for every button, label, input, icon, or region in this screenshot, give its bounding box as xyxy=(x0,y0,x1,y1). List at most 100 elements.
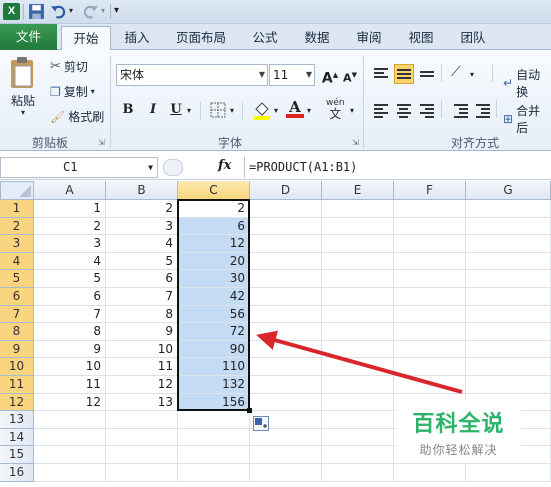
cell-d9[interactable] xyxy=(250,340,322,359)
font-name-combo[interactable]: 宋体 ▼ xyxy=(116,64,268,86)
cell-c11[interactable]: 132 xyxy=(178,376,250,394)
cell-f2[interactable] xyxy=(394,217,466,236)
insert-function-button[interactable]: fx xyxy=(218,158,231,173)
cell-e10[interactable] xyxy=(322,358,394,376)
paste-dropdown-icon[interactable]: ▾ xyxy=(21,108,25,117)
excel-logo-icon[interactable]: X xyxy=(3,3,20,20)
tab-team[interactable]: 团队 xyxy=(452,26,494,50)
cell-d8[interactable] xyxy=(250,323,322,341)
cell-b12[interactable]: 13 xyxy=(106,393,178,412)
cell-b6[interactable]: 7 xyxy=(106,288,178,306)
cell-b3[interactable]: 4 xyxy=(106,235,178,253)
cell-e2[interactable] xyxy=(322,217,394,236)
cell-d3[interactable] xyxy=(250,235,322,253)
borders-icon[interactable] xyxy=(210,102,226,118)
cell-g16[interactable] xyxy=(466,464,551,482)
formula-input[interactable]: =PRODUCT(A1:B1) xyxy=(244,157,551,178)
cell-g7[interactable] xyxy=(466,305,551,324)
row-header-2[interactable]: 2 xyxy=(0,217,34,236)
cell-a3[interactable]: 3 xyxy=(34,235,106,253)
column-header-b[interactable]: B xyxy=(106,181,178,200)
save-icon[interactable] xyxy=(28,3,45,20)
cell-b15[interactable] xyxy=(106,446,178,464)
text-orientation-icon[interactable]: ⟋ xyxy=(451,64,461,80)
cell-g6[interactable] xyxy=(466,288,551,306)
cell-a15[interactable] xyxy=(34,446,106,464)
grow-font-button[interactable]: A▲ xyxy=(320,65,340,87)
cell-a16[interactable] xyxy=(34,464,106,482)
row-header-15[interactable]: 15 xyxy=(0,446,34,464)
fill-color-icon[interactable] xyxy=(252,100,272,120)
cell-b13[interactable] xyxy=(106,411,178,429)
cell-f16[interactable] xyxy=(394,464,466,482)
tab-file[interactable]: 文件 xyxy=(0,24,57,50)
cell-e6[interactable] xyxy=(322,288,394,306)
cell-a7[interactable]: 7 xyxy=(34,305,106,324)
chevron-down-icon[interactable]: ▼ xyxy=(259,65,265,85)
row-header-4[interactable]: 4 xyxy=(0,252,34,271)
cell-g5[interactable] xyxy=(466,270,551,288)
copy-dropdown-icon[interactable]: ▾ xyxy=(91,87,95,96)
cell-c16[interactable] xyxy=(178,464,250,482)
align-middle-button[interactable] xyxy=(394,64,414,84)
italic-button[interactable]: I xyxy=(143,100,163,120)
cell-g9[interactable] xyxy=(466,340,551,359)
cell-a13[interactable] xyxy=(34,411,106,429)
cell-d7[interactable] xyxy=(250,305,322,324)
borders-dropdown-icon[interactable]: ▾ xyxy=(230,106,234,115)
select-all-corner[interactable] xyxy=(0,181,34,200)
cell-e9[interactable] xyxy=(322,340,394,359)
row-header-16[interactable]: 16 xyxy=(0,464,34,482)
cell-f5[interactable] xyxy=(394,270,466,288)
cell-a14[interactable] xyxy=(34,428,106,447)
cell-g3[interactable] xyxy=(466,235,551,253)
cell-f1[interactable] xyxy=(394,200,466,218)
cell-e3[interactable] xyxy=(322,235,394,253)
shrink-font-button[interactable]: A▼ xyxy=(340,65,360,85)
tab-view[interactable]: 视图 xyxy=(400,26,442,50)
underline-dropdown-icon[interactable]: ▾ xyxy=(187,106,191,115)
cell-g11[interactable] xyxy=(466,376,551,394)
cell-c14[interactable] xyxy=(178,428,250,447)
auto-fill-options-icon[interactable] xyxy=(253,416,269,432)
undo-dropdown-icon[interactable]: ▾ xyxy=(69,6,73,15)
column-header-e[interactable]: E xyxy=(322,181,394,200)
font-size-combo[interactable]: 11 ▼ xyxy=(269,64,315,86)
cell-d6[interactable] xyxy=(250,288,322,306)
font-color-button[interactable]: A xyxy=(286,98,304,120)
cell-c12[interactable]: 156 xyxy=(178,393,250,412)
cell-a11[interactable]: 11 xyxy=(34,376,106,394)
column-header-f[interactable]: F xyxy=(394,181,466,200)
cell-e7[interactable] xyxy=(322,305,394,324)
row-header-11[interactable]: 11 xyxy=(0,376,34,394)
cell-e4[interactable] xyxy=(322,252,394,271)
cell-c7[interactable]: 56 xyxy=(178,305,250,324)
cell-d16[interactable] xyxy=(250,464,322,482)
cell-c15[interactable] xyxy=(178,446,250,464)
row-header-1[interactable]: 1 xyxy=(0,200,34,218)
cell-e8[interactable] xyxy=(322,323,394,341)
cell-e1[interactable] xyxy=(322,200,394,218)
row-header-6[interactable]: 6 xyxy=(0,288,34,306)
cell-a2[interactable]: 2 xyxy=(34,217,106,236)
cell-d5[interactable] xyxy=(250,270,322,288)
cut-button[interactable]: ✂ 剪切 xyxy=(50,58,88,75)
increase-indent-button[interactable] xyxy=(473,100,493,120)
chevron-down-icon[interactable]: ▼ xyxy=(306,65,312,85)
cell-b10[interactable]: 11 xyxy=(106,358,178,376)
copy-button[interactable]: ❐ 复制 ▾ xyxy=(50,83,95,100)
cell-d4[interactable] xyxy=(250,252,322,271)
column-header-c[interactable]: C xyxy=(178,181,250,200)
cell-g4[interactable] xyxy=(466,252,551,271)
tab-data[interactable]: 数据 xyxy=(296,26,338,50)
cell-d1[interactable] xyxy=(250,200,322,218)
cell-b1[interactable]: 2 xyxy=(106,200,178,218)
row-header-7[interactable]: 7 xyxy=(0,305,34,324)
cell-a1[interactable]: 1 xyxy=(34,200,106,218)
cell-a9[interactable]: 9 xyxy=(34,340,106,359)
cell-c3[interactable]: 12 xyxy=(178,235,250,253)
row-header-9[interactable]: 9 xyxy=(0,340,34,359)
font-launcher-icon[interactable]: ⇲ xyxy=(352,138,359,147)
fill-color-dropdown-icon[interactable]: ▾ xyxy=(274,106,278,115)
customize-qat-icon[interactable]: ▾ xyxy=(114,5,131,22)
